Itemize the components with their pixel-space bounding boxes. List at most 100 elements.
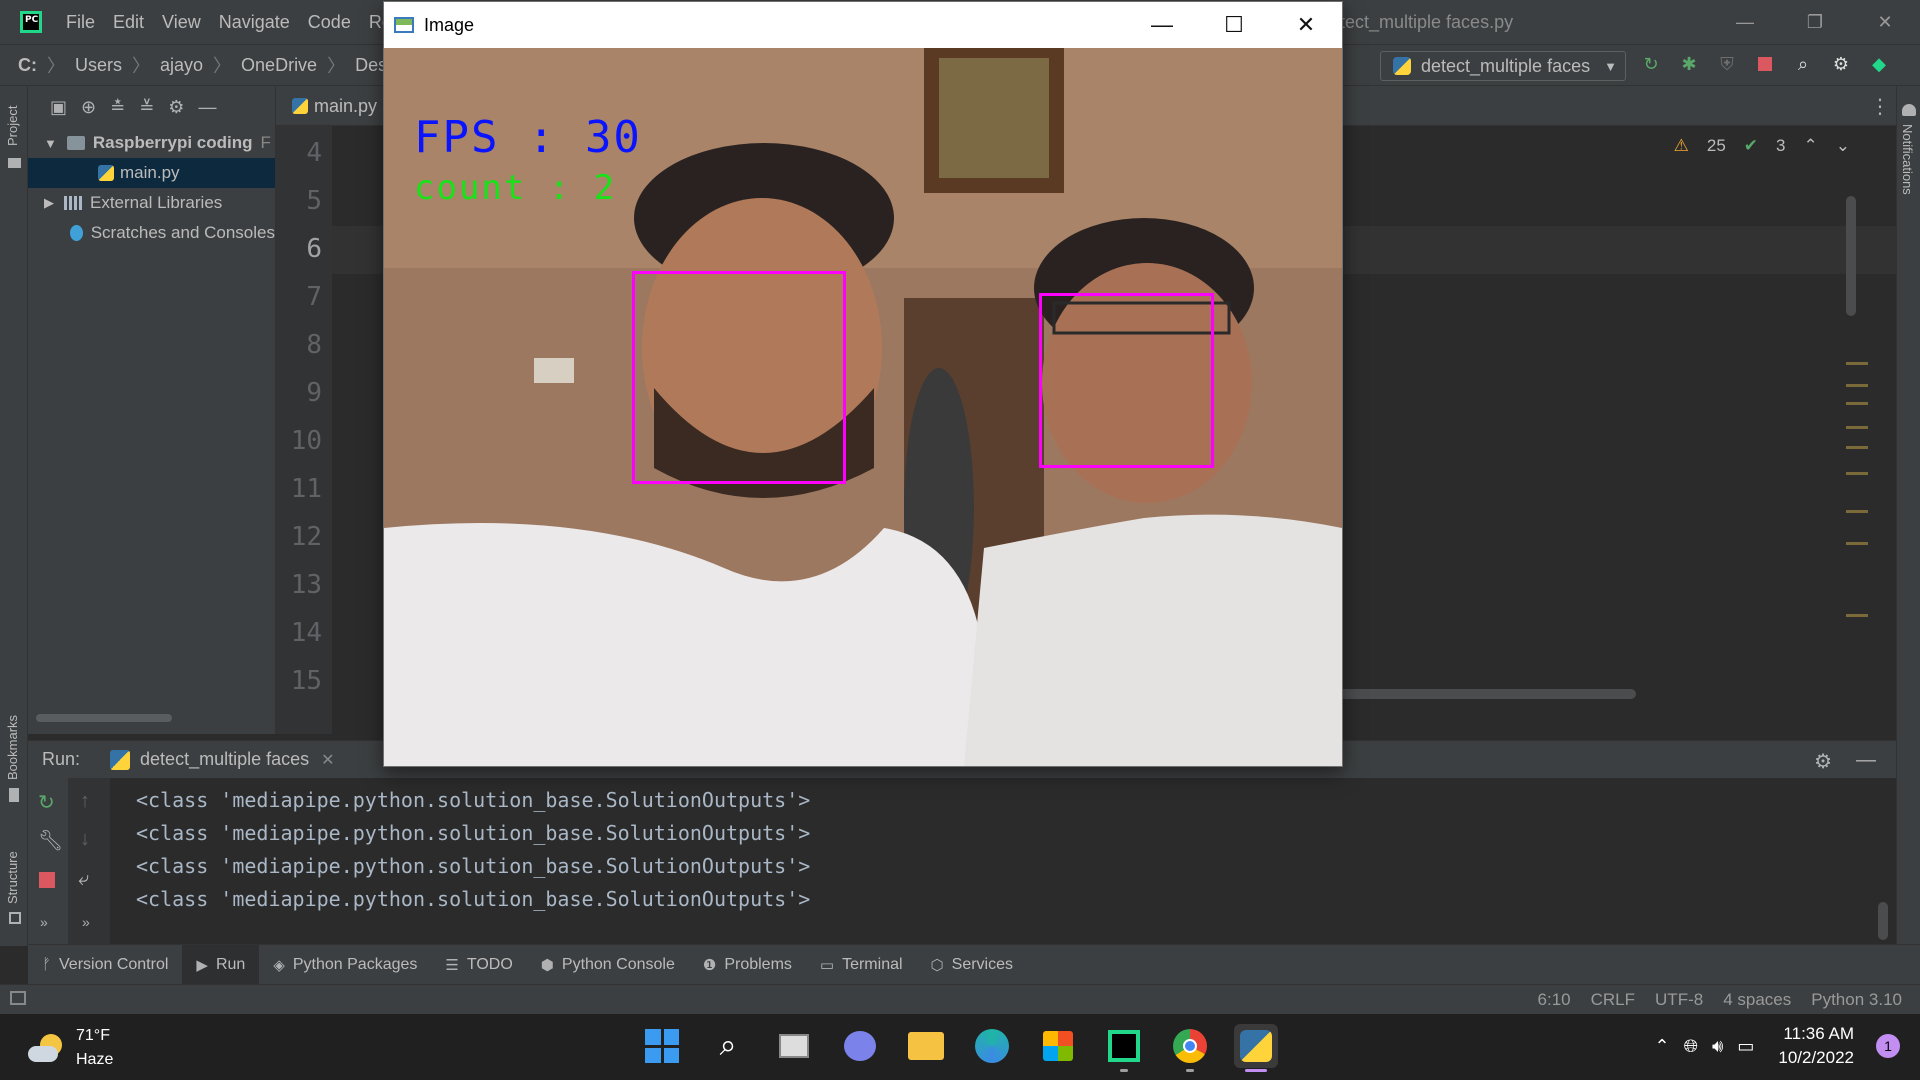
warning-stripe[interactable] (1846, 542, 1868, 545)
tab-services[interactable]: ⬡ Services (917, 945, 1027, 985)
weather-widget[interactable]: 71°F Haze (28, 1024, 113, 1072)
close-tab-icon[interactable]: ✕ (321, 750, 334, 770)
debug-icon[interactable]: ✱ (1678, 53, 1700, 75)
gear-icon[interactable]: ⚙ (168, 97, 184, 118)
tab-python-console[interactable]: ⬢ Python Console (527, 945, 689, 985)
close-icon[interactable]: ✕ (1270, 2, 1342, 48)
chevron-right-icon[interactable]: ▶ (44, 195, 54, 211)
inspection-widget[interactable]: ⚠ 25 ✔ 3 ⌃ ⌄ (1674, 136, 1850, 156)
expand-all-icon[interactable]: ≛ (110, 97, 125, 118)
tab-problems[interactable]: ❶ Problems (689, 945, 806, 985)
arrow-up-icon[interactable]: ↑ (80, 790, 90, 813)
soft-wrap-icon[interactable]: ⤶ (78, 868, 89, 891)
python-interpreter[interactable]: Python 3.10 (1811, 990, 1902, 1010)
tree-scratches[interactable]: Scratches and Consoles (28, 218, 275, 248)
warning-stripe[interactable] (1846, 510, 1868, 513)
tab-version-control[interactable]: ᚠ Version Control (28, 945, 182, 985)
menu-view[interactable]: View (162, 12, 201, 33)
tab-main-py[interactable]: main.py (292, 86, 377, 126)
hide-icon[interactable]: — (1856, 749, 1876, 774)
console-output[interactable]: <class 'mediapipe.python.solution_base.S… (136, 784, 810, 916)
menu-file[interactable]: File (66, 12, 95, 33)
image-window-title-bar[interactable]: Image — ☐ ✕ (384, 2, 1342, 48)
search-button[interactable]: ⌕ (706, 1024, 750, 1068)
warning-stripe[interactable] (1846, 384, 1868, 387)
rerun-icon[interactable]: ↻ (1640, 53, 1662, 75)
stop-icon[interactable] (1754, 53, 1776, 75)
chrome-button[interactable] (1168, 1024, 1212, 1072)
restore-icon[interactable]: ❐ (1780, 0, 1850, 44)
stop-icon[interactable] (39, 872, 55, 888)
collapse-all-icon[interactable]: ≚ (139, 97, 154, 118)
panel-layout-icon[interactable]: ▣ (50, 97, 67, 118)
project-horizontal-scrollbar[interactable] (36, 714, 172, 722)
more-actions-icon[interactable]: » (40, 914, 48, 930)
console-scrollbar[interactable] (1878, 902, 1888, 940)
run-configuration-select[interactable]: detect_multiple faces ▼ (1380, 51, 1626, 81)
tab-python-packages[interactable]: ◈ Python Packages (259, 945, 431, 985)
warning-stripe[interactable] (1846, 472, 1868, 475)
editor-horizontal-scrollbar[interactable] (1336, 689, 1636, 699)
breadcrumb-users[interactable]: Users (75, 55, 122, 76)
tree-external-libraries[interactable]: ▶ External Libraries (28, 188, 275, 218)
battery-icon[interactable]: ▭ (1737, 1036, 1754, 1057)
gear-icon[interactable]: ⚙ (1830, 53, 1852, 75)
search-icon[interactable]: ⌕ (1792, 53, 1814, 75)
maximize-icon[interactable]: ☐ (1198, 2, 1270, 48)
language-globe-icon[interactable]: 🌐︎ (1684, 1036, 1698, 1057)
warning-stripe[interactable] (1846, 402, 1868, 405)
breadcrumb-drive[interactable]: C: (18, 55, 37, 76)
wrench-icon[interactable]: 🔧︎ (38, 828, 63, 853)
hide-icon[interactable]: — (198, 97, 216, 118)
notification-badge[interactable]: 1 (1876, 1034, 1900, 1058)
project-tool-tab[interactable]: Project (5, 106, 20, 146)
notifications-tool-tab[interactable]: Notifications (1900, 124, 1915, 195)
bookmark-icon[interactable] (9, 788, 19, 802)
file-explorer-button[interactable] (904, 1024, 948, 1068)
opencv-image-window[interactable]: Image — ☐ ✕ FPS : 30 count: 2 (383, 1, 1343, 767)
pycharm-logo-icon[interactable]: PC (20, 11, 42, 33)
breadcrumb-onedrive[interactable]: OneDrive (241, 55, 317, 76)
close-icon[interactable]: ✕ (1850, 0, 1920, 44)
folder-icon[interactable] (8, 158, 21, 168)
minimize-icon[interactable]: — (1126, 2, 1198, 48)
locate-icon[interactable]: ⊕ (81, 97, 96, 118)
rerun-icon[interactable]: ↻ (38, 790, 55, 815)
tab-run[interactable]: ▶ Run (182, 944, 260, 985)
teams-chat-button[interactable] (838, 1024, 882, 1068)
coverage-icon[interactable]: ⛨ (1716, 53, 1738, 75)
caret-position[interactable]: 6:10 (1538, 990, 1571, 1010)
volume-icon[interactable]: 🔊︎ (1712, 1036, 1723, 1057)
toggle-tool-windows-icon[interactable] (10, 991, 26, 1005)
task-view-button[interactable] (772, 1024, 816, 1068)
menu-edit[interactable]: Edit (113, 12, 144, 33)
editor-vertical-scrollbar[interactable] (1846, 196, 1856, 316)
python-window-button[interactable] (1234, 1024, 1278, 1072)
warning-stripe[interactable] (1846, 614, 1868, 617)
edge-button[interactable] (970, 1024, 1014, 1068)
bookmarks-tool-tab[interactable]: Bookmarks (5, 715, 20, 780)
next-highlight-icon[interactable]: ⌄ (1836, 136, 1850, 156)
pycharm-taskbar-button[interactable] (1102, 1024, 1146, 1072)
line-separator[interactable]: CRLF (1591, 990, 1635, 1010)
file-encoding[interactable]: UTF-8 (1655, 990, 1703, 1010)
bell-icon[interactable] (1902, 104, 1916, 116)
breadcrumb-user[interactable]: ajayo (160, 55, 203, 76)
warning-stripe[interactable] (1846, 446, 1868, 449)
structure-icon[interactable] (9, 912, 21, 924)
structure-tool-tab[interactable]: Structure (5, 851, 20, 904)
chevron-down-icon[interactable]: ▼ (44, 136, 57, 151)
tree-file-main[interactable]: main.py (28, 158, 275, 188)
clock[interactable]: 11:36 AM 10/2/2022 (1778, 1022, 1854, 1070)
warning-stripe[interactable] (1846, 362, 1868, 365)
tree-root-folder[interactable]: ▼ Raspberrypi coding F (28, 128, 275, 158)
minimize-icon[interactable]: — (1710, 0, 1780, 44)
start-button[interactable] (640, 1024, 684, 1068)
warning-stripe[interactable] (1846, 426, 1868, 429)
menu-code[interactable]: Code (308, 12, 351, 33)
chevron-up-icon[interactable]: ⌃ (1655, 1036, 1670, 1057)
code-with-me-icon[interactable]: ◆ (1868, 53, 1890, 75)
tab-terminal[interactable]: ▭ Terminal (806, 945, 917, 985)
indent-setting[interactable]: 4 spaces (1723, 990, 1791, 1010)
run-tab-detect-multiple-faces[interactable]: detect_multiple faces ✕ (110, 749, 335, 770)
